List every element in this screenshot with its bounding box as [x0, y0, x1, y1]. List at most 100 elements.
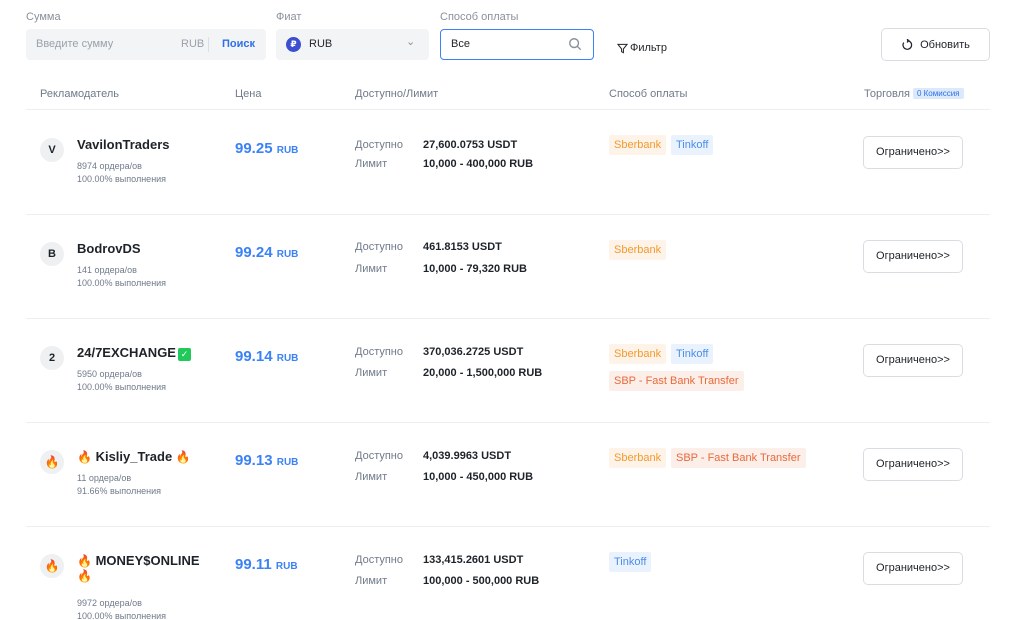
fiat-label: Фиат	[276, 11, 302, 23]
limited-button[interactable]: Ограничено>>	[863, 552, 963, 585]
orders-count: 9972 ордера/ов	[77, 598, 142, 608]
col-price: Цена	[235, 88, 262, 100]
refresh-label: Обновить	[920, 38, 970, 51]
refresh-icon	[902, 38, 913, 50]
col-trade-label: Торговля	[864, 88, 910, 100]
col-advertiser: Рекламодатель	[40, 88, 119, 100]
available-label: Доступно	[355, 346, 404, 358]
search-icon	[569, 38, 582, 51]
completion-rate: 100.00% выполнения	[77, 278, 167, 288]
advertiser-name-text: MONEY$ONLINE	[95, 553, 200, 568]
fire-icon: 🔥	[77, 450, 92, 464]
table-row: 2 24/7EXCHANGE ✓ 5950 ордера/ов 100.00% в…	[26, 319, 990, 423]
available-value: 461.8153 USDT	[423, 241, 502, 253]
avatar: 2	[40, 346, 64, 370]
orders-count: 141 ордера/ов	[77, 265, 137, 275]
limit-label: Лимит	[355, 263, 388, 275]
table-row: 🔥 🔥 Kisliy_Trade 🔥 11 ордера/ов 91.66% в…	[26, 423, 990, 527]
fire-icon: 🔥	[175, 450, 191, 464]
completion-rate: 100.00% выполнения	[77, 382, 167, 392]
limited-button[interactable]: Ограничено>>	[863, 344, 963, 377]
limit-value: 10,000 - 400,000 RUB	[423, 158, 534, 170]
advertiser-name-text: 24/7EXCHANGE	[77, 345, 176, 360]
price: 99.11 RUB	[235, 556, 298, 573]
ruble-icon: ₽	[286, 37, 301, 52]
fiat-value: RUB	[309, 38, 333, 50]
price-currency: RUB	[276, 353, 299, 364]
verified-check-icon: ✓	[177, 348, 191, 361]
amount-placeholder: Введите сумму	[36, 38, 114, 50]
payment-method-select[interactable]: Все	[440, 29, 594, 60]
payment-tag-tinkoff: Tinkoff	[671, 344, 714, 364]
available-value: 4,039.9963 USDT	[423, 450, 512, 462]
payment-method-value: Все	[451, 38, 470, 50]
available-label: Доступно	[355, 241, 404, 253]
advertiser-name[interactable]: BodrovDS	[77, 241, 141, 256]
available-value: 133,415.2601 USDT	[423, 554, 524, 566]
limit-label: Лимит	[355, 367, 388, 379]
table-row: 🔥 🔥 MONEY$ONLINE 🔥 9972 ордера/ов 100.00%…	[26, 527, 990, 620]
available-value: 370,036.2725 USDT	[423, 346, 524, 358]
limit-value: 100,000 - 500,000 RUB	[423, 575, 540, 587]
fiat-select[interactable]: ₽ RUB ⌄	[276, 29, 429, 60]
amount-search-button[interactable]: Поиск	[222, 38, 255, 50]
payment-tag-tinkoff: Tinkoff	[609, 552, 652, 572]
amount-label: Сумма	[26, 11, 61, 23]
available-value: 27,600.0753 USDT	[423, 139, 518, 151]
fire-avatar-icon: 🔥	[40, 554, 64, 578]
price-value: 99.14	[235, 348, 273, 365]
avatar: V	[40, 138, 64, 162]
available-label: Доступно	[355, 450, 404, 462]
orders-count: 11 ордера/ов	[77, 473, 132, 483]
limited-button[interactable]: Ограничено>>	[863, 136, 963, 169]
price-value: 99.13	[235, 452, 273, 469]
chevron-down-icon: ⌄	[406, 36, 416, 48]
available-label: Доступно	[355, 139, 404, 151]
available-label: Доступно	[355, 554, 404, 566]
orders-count: 5950 ордера/ов	[77, 369, 142, 379]
advertiser-name[interactable]: 🔥 MONEY$ONLINE 🔥	[77, 553, 200, 583]
advertiser-name[interactable]: 🔥 Kisliy_Trade 🔥	[77, 449, 191, 464]
fire-avatar-icon: 🔥	[40, 450, 64, 474]
payment-tag-sberbank: Sberbank	[609, 135, 667, 155]
payment-tag-sberbank: Sberbank	[609, 240, 667, 260]
limited-button[interactable]: Ограничено>>	[863, 448, 963, 481]
price-value: 99.24	[235, 244, 273, 261]
advertiser-name[interactable]: VavilonTraders	[77, 137, 170, 152]
filter-label: Фильтр	[630, 42, 667, 54]
amount-divider	[208, 37, 209, 52]
price-currency: RUB	[276, 145, 299, 156]
price-currency: RUB	[276, 249, 299, 260]
limited-button[interactable]: Ограничено>>	[863, 240, 963, 273]
price: 99.25 RUB	[235, 140, 298, 157]
payment-label: Способ оплаты	[440, 11, 519, 23]
fee-badge: 0 Комиссия	[912, 88, 964, 99]
price: 99.14 RUB	[235, 348, 298, 365]
price-value: 99.25	[235, 140, 273, 157]
price-value: 99.11	[235, 556, 272, 573]
limit-label: Лимит	[355, 158, 388, 170]
fire-icon: 🔥	[77, 554, 92, 568]
table-row: V VavilonTraders 8974 ордера/ов 100.00% …	[26, 111, 990, 215]
price-currency: RUB	[276, 457, 299, 468]
payment-tag-sbp: SBP - Fast Bank Transfer	[671, 448, 806, 468]
payment-tag-sberbank: Sberbank	[609, 448, 667, 468]
price: 99.13 RUB	[235, 452, 298, 469]
table-row: B BodrovDS 141 ордера/ов 100.00% выполне…	[26, 215, 990, 319]
limit-value: 10,000 - 450,000 RUB	[423, 471, 534, 483]
payment-tag-sbp: SBP - Fast Bank Transfer	[609, 371, 744, 391]
col-payment: Способ оплаты	[609, 88, 688, 100]
col-trade: Торговля 0 Комиссия	[864, 88, 964, 100]
amount-input[interactable]: Введите сумму RUB Поиск	[26, 29, 266, 60]
col-available: Доступно/Лимит	[355, 88, 439, 100]
limit-label: Лимит	[355, 575, 388, 587]
filter-button[interactable]: Фильтр	[617, 42, 667, 54]
limit-value: 10,000 - 79,320 RUB	[423, 263, 527, 275]
advertiser-name[interactable]: 24/7EXCHANGE ✓	[77, 345, 191, 361]
price: 99.24 RUB	[235, 244, 298, 261]
avatar: B	[40, 242, 64, 266]
refresh-button[interactable]: Обновить	[881, 28, 990, 61]
amount-currency: RUB	[181, 38, 205, 50]
orders-count: 8974 ордера/ов	[77, 161, 142, 171]
funnel-icon	[617, 43, 628, 53]
